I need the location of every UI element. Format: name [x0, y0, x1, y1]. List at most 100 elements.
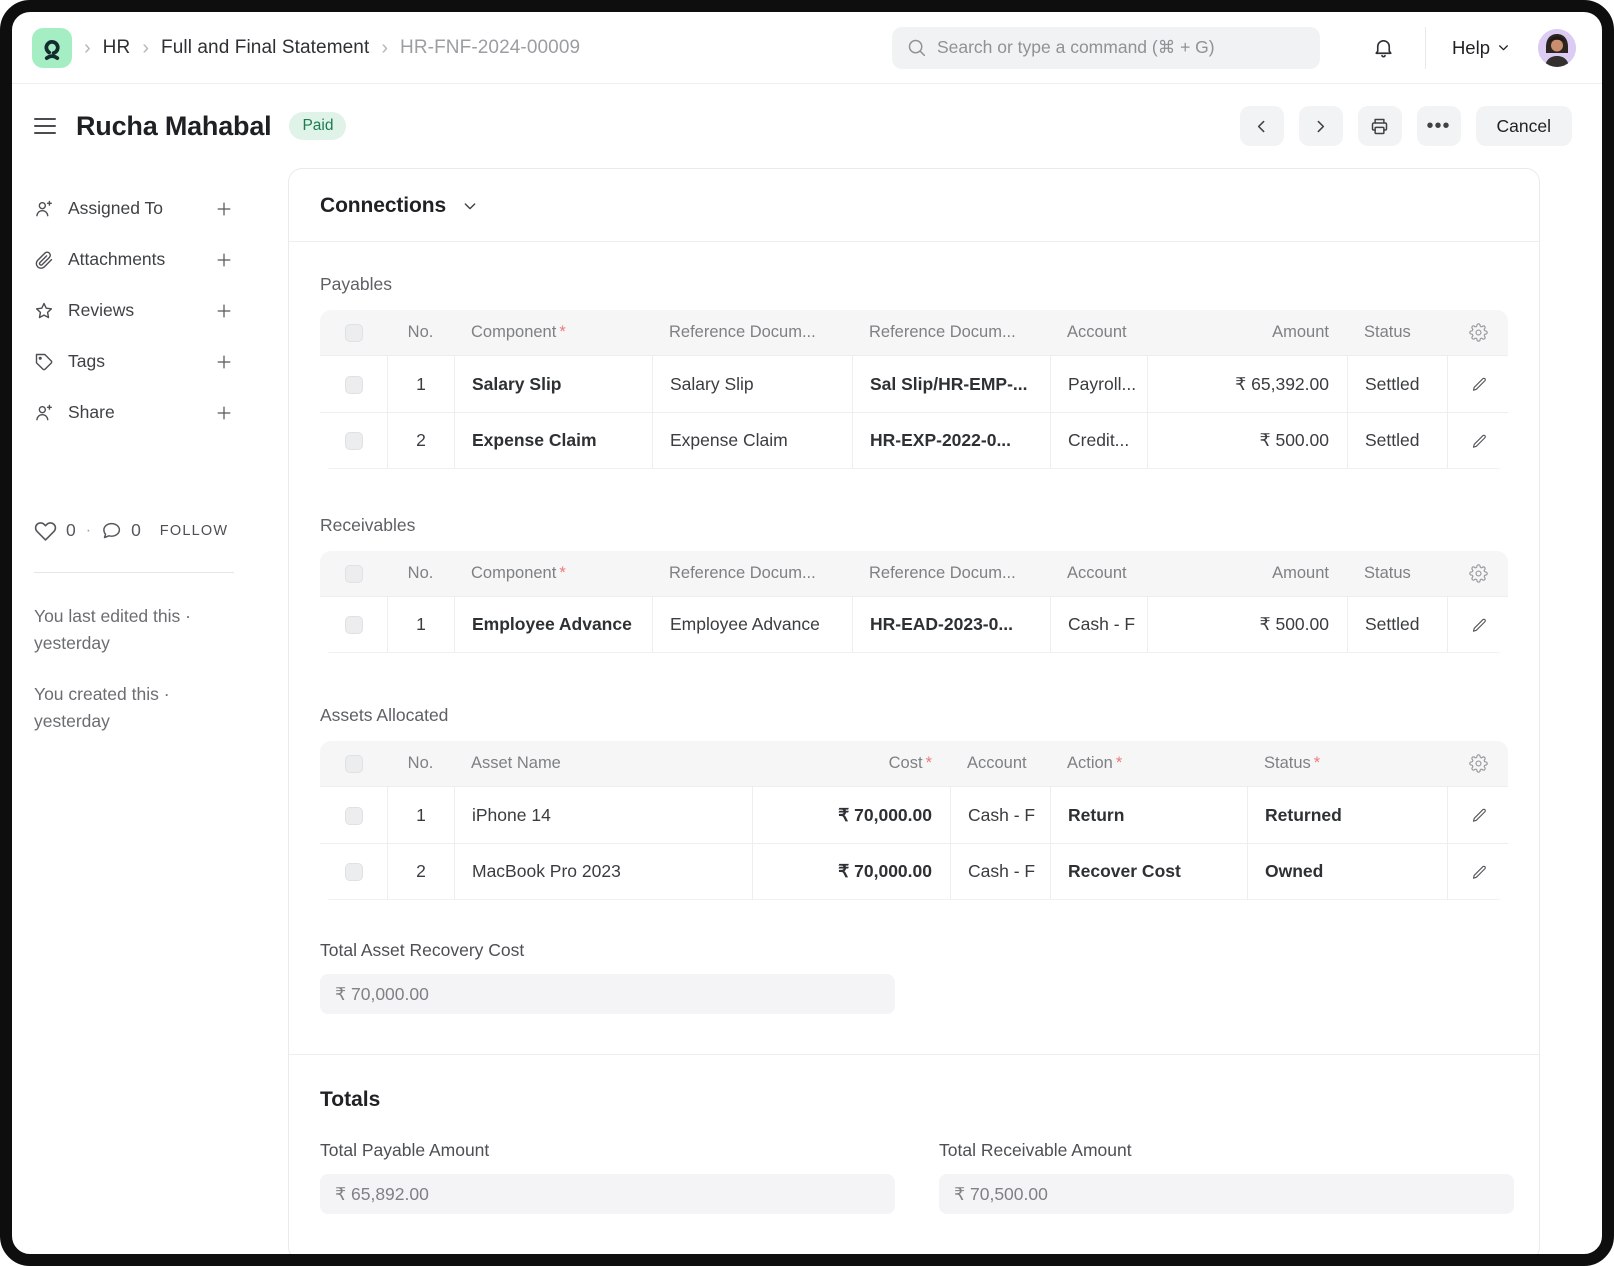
cancel-button[interactable]: Cancel: [1476, 106, 1572, 146]
select-all-checkbox[interactable]: [345, 324, 363, 342]
star-icon: [34, 301, 54, 321]
assets-table: No.Asset NameCost*AccountAction*Status*1…: [320, 741, 1508, 900]
table-cell: Recover Cost: [1050, 843, 1247, 900]
prev-record-button[interactable]: [1240, 106, 1284, 146]
totals-heading: Totals: [320, 1088, 1508, 1112]
column-header: Reference Docum...: [652, 551, 852, 596]
created-note: You created this · yesterday: [34, 681, 229, 735]
heart-icon[interactable]: [34, 519, 57, 542]
breadcrumb-docname[interactable]: HR-FNF-2024-00009: [400, 37, 580, 59]
sidebar-item-label: Attachments: [68, 249, 165, 270]
likes-row: 0 · 0 FOLLOW: [34, 519, 268, 542]
left-sidebar: Assigned To Attachments Reviews Tags Share 0…: [12, 164, 288, 760]
column-header: Status: [1347, 551, 1447, 596]
table-cell: Returned: [1247, 786, 1447, 843]
print-button[interactable]: [1358, 106, 1402, 146]
top-navbar: › HR › Full and Final Statement › HR-FNF…: [12, 12, 1602, 84]
edit-row-pencil-icon[interactable]: [1471, 430, 1488, 450]
row-checkbox[interactable]: [345, 863, 363, 881]
row-checkbox[interactable]: [345, 616, 363, 634]
table-cell: Settled: [1347, 412, 1447, 469]
row-checkbox[interactable]: [345, 376, 363, 394]
breadcrumb-chevron-icon: ›: [84, 38, 91, 58]
search-icon: [906, 37, 927, 58]
breadcrumb-hr[interactable]: HR: [103, 37, 131, 59]
sidebar-item-share[interactable]: Share: [34, 402, 234, 423]
table-cell: Cash - F: [950, 786, 1050, 843]
total-payable-amount-label: Total Payable Amount: [320, 1140, 895, 1161]
sidebar-item-tags[interactable]: Tags: [34, 351, 234, 372]
help-menu[interactable]: Help: [1452, 37, 1510, 59]
select-all-checkbox[interactable]: [345, 565, 363, 583]
table-cell: 2: [387, 843, 454, 900]
edit-row-pencil-icon[interactable]: [1471, 861, 1488, 881]
more-menu-button[interactable]: •••: [1417, 106, 1461, 146]
table-settings-gear-icon[interactable]: [1469, 754, 1488, 772]
add-share-button[interactable]: [214, 403, 234, 423]
total-receivable-amount-label: Total Receivable Amount: [939, 1140, 1514, 1161]
last-edited-note: You last edited this · yesterday: [34, 603, 229, 657]
connections-panel: Connections Payables No.Component*Refere…: [288, 168, 1540, 1261]
edit-row-pencil-icon[interactable]: [1471, 805, 1488, 825]
table-cell: 1: [387, 596, 454, 653]
column-header: Account: [1050, 551, 1147, 596]
sidebar-item-attachments[interactable]: Attachments: [34, 249, 234, 270]
next-record-button[interactable]: [1299, 106, 1343, 146]
table-cell: Salary Slip: [454, 355, 652, 412]
global-search[interactable]: [892, 27, 1320, 69]
add-reviews-button[interactable]: [214, 301, 234, 321]
sidebar-toggle-icon[interactable]: [34, 113, 58, 139]
sidebar-item-reviews[interactable]: Reviews: [34, 300, 234, 321]
status-badge: Paid: [289, 112, 346, 140]
select-all-checkbox[interactable]: [345, 755, 363, 773]
table-cell: Expense Claim: [652, 412, 852, 469]
column-header: Reference Docum...: [652, 310, 852, 355]
app-window: › HR › Full and Final Statement › HR-FNF…: [0, 0, 1614, 1266]
table-row: 1iPhone 14₹ 70,000.00Cash - FReturnRetur…: [320, 786, 1508, 843]
table-cell: Employee Advance: [454, 596, 652, 653]
add-tags-button[interactable]: [214, 352, 234, 372]
column-header: Status*: [1247, 741, 1447, 786]
row-checkbox[interactable]: [345, 432, 363, 450]
page-header: Rucha Mahabal Paid ••• Cancel: [12, 84, 1602, 164]
table-cell: HR-EAD-2023-0...: [852, 596, 1050, 653]
breadcrumb-chevron-icon: ›: [142, 38, 149, 58]
column-header: Component*: [454, 551, 652, 596]
connections-title: Connections: [320, 194, 446, 218]
add-assigned-to-button[interactable]: [214, 199, 234, 219]
comment-icon[interactable]: [101, 520, 122, 541]
tag-icon: [34, 352, 54, 372]
row-checkbox[interactable]: [345, 807, 363, 825]
search-input[interactable]: [937, 37, 1306, 58]
sidebar-item-label: Tags: [68, 351, 105, 372]
total-payable-amount-field[interactable]: ₹ 65,892.00: [320, 1174, 895, 1214]
help-label: Help: [1452, 37, 1490, 59]
table-row: 2MacBook Pro 2023₹ 70,000.00Cash - FReco…: [320, 843, 1508, 900]
column-header: Account: [1050, 310, 1147, 355]
notifications-bell-icon[interactable]: [1372, 36, 1395, 59]
table-cell: ₹ 70,000.00: [752, 843, 950, 900]
app-logo-icon[interactable]: [32, 28, 72, 68]
share-user-icon: [34, 403, 54, 423]
edit-row-pencil-icon[interactable]: [1471, 614, 1488, 634]
assets-label: Assets Allocated: [320, 705, 1508, 726]
recovery-cost-field[interactable]: ₹ 70,000.00: [320, 974, 895, 1014]
breadcrumb-doctype[interactable]: Full and Final Statement: [161, 37, 369, 59]
receivables-label: Receivables: [320, 515, 1508, 536]
breadcrumb-chevron-icon: ›: [381, 38, 388, 58]
table-cell: 2: [387, 412, 454, 469]
table-settings-gear-icon[interactable]: [1469, 323, 1488, 341]
edit-row-pencil-icon[interactable]: [1471, 374, 1488, 394]
user-avatar[interactable]: [1538, 29, 1576, 67]
table-row: 1Employee AdvanceEmployee AdvanceHR-EAD-…: [320, 596, 1508, 653]
receivables-table: No.Component*Reference Docum...Reference…: [320, 551, 1508, 653]
chevron-down-icon: [1497, 41, 1510, 54]
column-header: Reference Docum...: [852, 551, 1050, 596]
table-settings-gear-icon[interactable]: [1469, 564, 1488, 582]
add-attachments-button[interactable]: [214, 250, 234, 270]
table-cell: MacBook Pro 2023: [454, 843, 752, 900]
connections-header[interactable]: Connections: [289, 169, 1539, 242]
sidebar-item-assigned-to[interactable]: Assigned To: [34, 198, 234, 219]
total-receivable-amount-field[interactable]: ₹ 70,500.00: [939, 1174, 1514, 1214]
follow-button[interactable]: FOLLOW: [160, 523, 228, 539]
